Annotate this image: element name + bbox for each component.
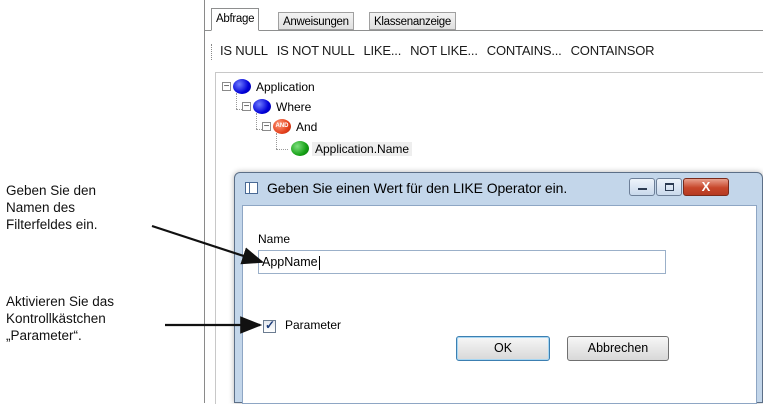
- tree-connector: [256, 113, 257, 129]
- annotation-filter-field: Geben Sie den Namen des Filterfeldes ein…: [6, 183, 98, 232]
- tree-node-where[interactable]: Where: [276, 99, 311, 115]
- tree-connector: [276, 149, 288, 150]
- operator-contains[interactable]: CONTAINS...: [487, 38, 562, 64]
- operator-like[interactable]: LIKE...: [363, 38, 401, 64]
- tree-node-and[interactable]: And: [296, 119, 317, 135]
- red-and-circle-icon: AND: [273, 119, 291, 134]
- dialog-content: Name AppName ✓ Parameter OK Abbrechen: [242, 205, 757, 404]
- expander-and[interactable]: −: [262, 122, 271, 132]
- tab-klassenanzeige[interactable]: Klassenanzeige: [369, 12, 456, 30]
- operator-is-null[interactable]: IS NULL: [220, 38, 268, 64]
- expander-where[interactable]: −: [242, 102, 251, 112]
- operator-containsor[interactable]: CONTAINSOR: [571, 38, 655, 64]
- window-icon: [245, 182, 258, 194]
- ok-button[interactable]: OK: [456, 336, 550, 361]
- dialog-title: Geben Sie einen Wert für den LIKE Operat…: [267, 180, 568, 196]
- operator-is-not-null[interactable]: IS NOT NULL: [277, 38, 355, 64]
- text-caret: [318, 255, 320, 270]
- operator-not-like[interactable]: NOT LIKE...: [410, 38, 478, 64]
- minimize-icon: [638, 188, 647, 190]
- parameter-checkbox[interactable]: ✓: [263, 318, 276, 333]
- tab-anweisungen[interactable]: Anweisungen: [278, 12, 354, 30]
- tree-connector: [276, 133, 277, 149]
- checkmark-icon: ✓: [265, 318, 276, 332]
- blue-circle-icon: [233, 79, 251, 94]
- close-button[interactable]: X: [683, 178, 729, 196]
- tab-abfrage[interactable]: Abfrage: [211, 8, 260, 31]
- dialog-titlebar[interactable]: Geben Sie einen Wert für den LIKE Operat…: [235, 173, 762, 205]
- name-input[interactable]: AppName: [258, 250, 666, 274]
- parameter-checkbox-label[interactable]: Parameter: [285, 318, 341, 332]
- maximize-icon: [665, 183, 674, 191]
- name-field-label: Name: [258, 232, 291, 246]
- toolbar-grip[interactable]: [211, 43, 214, 60]
- green-circle-icon: [291, 141, 309, 156]
- tree-connector: [236, 93, 237, 109]
- tree-node-application-name-label: Application.Name: [312, 142, 413, 156]
- name-input-value: AppName: [262, 255, 318, 269]
- tree-node-application[interactable]: Application: [256, 79, 315, 95]
- maximize-button[interactable]: [656, 178, 682, 196]
- blue-circle-icon: [253, 99, 271, 114]
- minimize-button[interactable]: [629, 178, 655, 196]
- tab-strip: Abfrage Anweisungen Klassenanzeige: [205, 6, 763, 31]
- tree-node-application-name[interactable]: Application.Name: [312, 141, 413, 157]
- annotation-parameter-checkbox: Aktivieren Sie das Kontrollkästchen „Par…: [6, 294, 115, 343]
- cancel-button[interactable]: Abbrechen: [567, 336, 669, 361]
- operator-toolbar: IS NULL IS NOT NULL LIKE... NOT LIKE... CONT…: [211, 38, 763, 64]
- like-operator-dialog: Geben Sie einen Wert für den LIKE Operat…: [234, 172, 763, 404]
- close-icon: X: [701, 179, 711, 194]
- expander-application[interactable]: −: [222, 82, 231, 92]
